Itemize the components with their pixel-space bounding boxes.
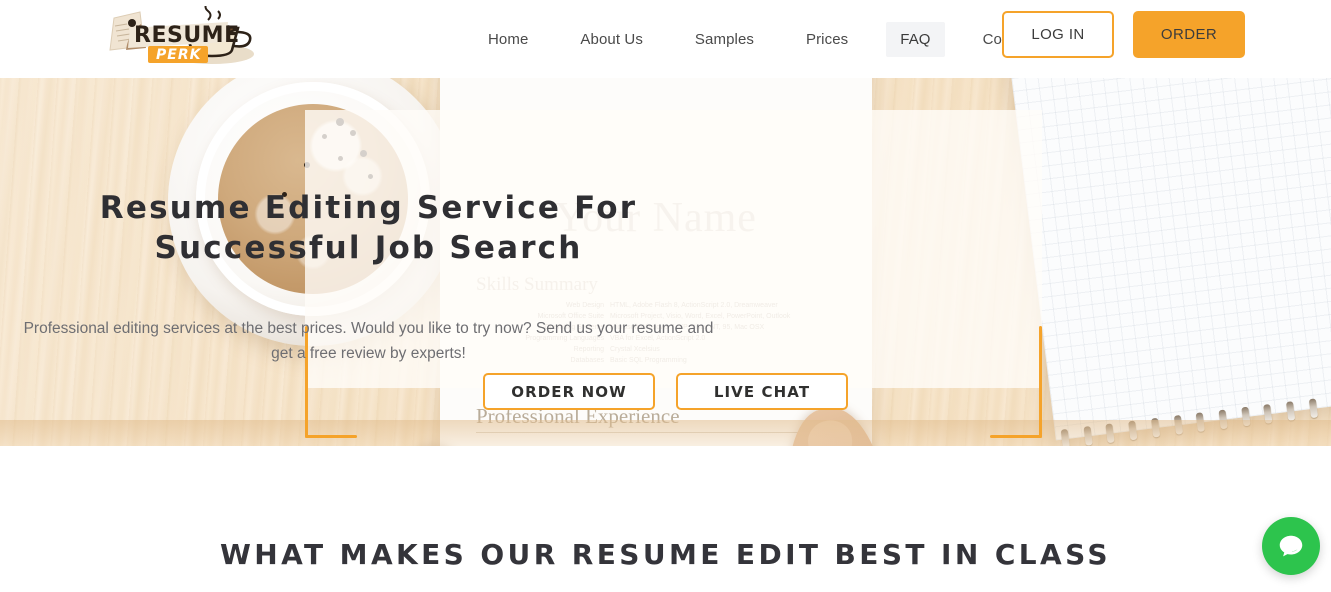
main-navigation: Home About Us Samples Prices FAQ Contact…: [462, 0, 1081, 78]
nav-about-us[interactable]: About Us: [566, 22, 657, 57]
nav-samples[interactable]: Samples: [681, 22, 768, 57]
chat-widget-button[interactable]: [1262, 517, 1320, 575]
desk-edge-shadow: [0, 420, 1331, 446]
hero-title: Resume Editing Service For Successful Jo…: [99, 190, 638, 266]
nav-home[interactable]: Home: [474, 22, 542, 57]
nav-prices[interactable]: Prices: [792, 22, 862, 57]
svg-text:RESUME: RESUME: [134, 23, 240, 48]
chat-bubble-icon: [1279, 535, 1303, 557]
site-logo[interactable]: RESUME PERK: [100, 6, 272, 72]
order-now-button[interactable]: ORDER NOW: [483, 373, 655, 410]
nav-faq[interactable]: FAQ: [886, 21, 945, 57]
svg-text:PERK: PERK: [156, 47, 202, 63]
hero-cta-group: ORDER NOW LIVE CHAT: [0, 373, 1331, 410]
login-button[interactable]: LOG IN: [1002, 11, 1114, 58]
resume-coffee-logo-icon: RESUME PERK: [109, 6, 254, 64]
features-section: WHAT MAKES OUR RESUME EDIT BEST IN CLASS: [0, 446, 1331, 592]
landing-page: RESUME PERK Home About Us Samples Prices…: [0, 0, 1331, 592]
hero-subtitle: Professional editing services at the bes…: [23, 320, 714, 362]
site-header: RESUME PERK Home About Us Samples Prices…: [0, 0, 1331, 78]
section-title: WHAT MAKES OUR RESUME EDIT BEST IN CLASS: [220, 538, 1111, 571]
order-button[interactable]: ORDER: [1133, 11, 1245, 58]
header-actions: LOG IN ORDER: [1002, 11, 1245, 58]
hero-section: Your Name Skills Summary Web Design HTML…: [0, 78, 1331, 446]
live-chat-button[interactable]: LIVE CHAT: [676, 373, 848, 410]
